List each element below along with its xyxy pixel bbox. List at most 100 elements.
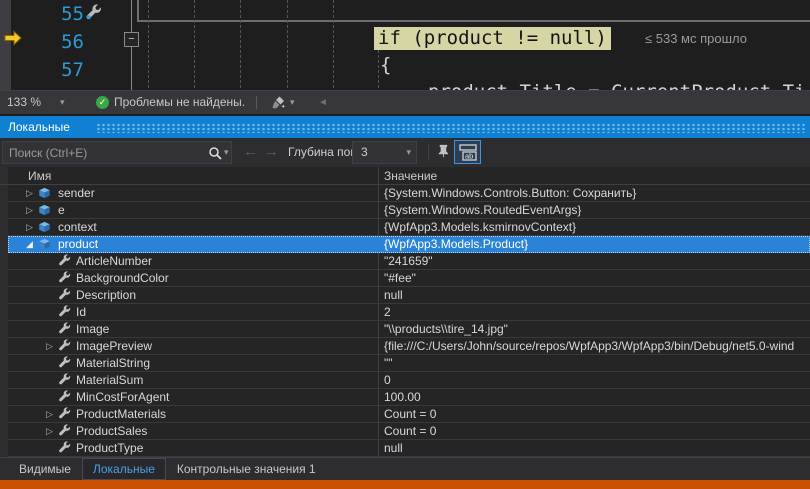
column-header-value[interactable]: Значение bbox=[384, 167, 437, 185]
expand-icon[interactable]: ▷ bbox=[46, 406, 53, 422]
property-icon-wrap bbox=[58, 305, 71, 321]
table-row[interactable]: ▷ sender {System.Windows.Controls.Button: … bbox=[8, 185, 810, 202]
table-row[interactable]: ▷ e {System.Windows.RoutedEventArgs} bbox=[8, 202, 810, 219]
search-depth-select[interactable]: 3 ▾ bbox=[352, 141, 417, 164]
search-input[interactable] bbox=[2, 141, 232, 164]
table-row[interactable]: ◢ product {WpfApp3.Models.Product} bbox=[8, 236, 810, 253]
collapse-icon[interactable]: ◢ bbox=[26, 236, 33, 252]
tab-inactive[interactable]: Контрольные значения 1 bbox=[166, 458, 327, 480]
indent-guide bbox=[194, 0, 195, 88]
property-wrench-icon bbox=[58, 424, 71, 437]
divider bbox=[256, 96, 257, 109]
expand-icon[interactable]: ▷ bbox=[26, 219, 33, 235]
expand-icon[interactable]: ▷ bbox=[46, 338, 53, 354]
variable-name[interactable]: product bbox=[58, 236, 98, 252]
health-check-icon[interactable]: ✓ bbox=[96, 96, 109, 109]
code-editor[interactable]: 55565758 − if (product != null) ≤ 533 мс… bbox=[0, 0, 810, 90]
table-row[interactable]: Description null bbox=[8, 287, 810, 304]
titlebar-drag-dots[interactable] bbox=[96, 123, 806, 133]
pin-values-button[interactable] bbox=[433, 143, 452, 162]
tab-active[interactable]: Локальные bbox=[82, 458, 166, 480]
zoom-level[interactable]: 133 % bbox=[7, 91, 41, 114]
tab-inactive[interactable]: Видимые bbox=[8, 458, 82, 480]
variable-name[interactable]: Id bbox=[76, 304, 86, 320]
variable-name[interactable]: ProductMaterials bbox=[76, 406, 166, 422]
variable-value[interactable]: {WpfApp3.Models.Product} bbox=[384, 236, 810, 252]
variable-name[interactable]: MaterialSum bbox=[76, 372, 143, 388]
variable-value[interactable]: {System.Windows.RoutedEventArgs} bbox=[384, 202, 810, 218]
variable-value[interactable]: Count = 0 bbox=[384, 406, 810, 422]
object-icon bbox=[37, 186, 52, 200]
variable-name[interactable]: ProductType bbox=[76, 440, 143, 456]
property-icon-wrap bbox=[58, 271, 71, 287]
variable-name[interactable]: MaterialString bbox=[76, 355, 150, 371]
search-icon[interactable] bbox=[208, 146, 222, 160]
line-numbers: 55565758 bbox=[40, 0, 84, 90]
chevron-down-icon: ▾ bbox=[406, 142, 411, 163]
highlighted-statement[interactable]: if (product != null) bbox=[374, 27, 611, 50]
table-row[interactable]: ArticleNumber "241659" bbox=[8, 253, 810, 270]
scroll-left-icon[interactable]: ◄ bbox=[318, 91, 328, 114]
table-row[interactable]: ▷ context {WpfApp3.Models.ksmirnovContext} bbox=[8, 219, 810, 236]
table-row[interactable]: ▷ ImagePreview {file:///C:/Users/John/sour… bbox=[8, 338, 810, 355]
quick-actions-wrench-icon[interactable] bbox=[85, 4, 102, 21]
table-row[interactable]: Image "\\products\\tire_14.jpg" bbox=[8, 321, 810, 338]
expand-icon[interactable]: ▷ bbox=[26, 185, 33, 201]
variable-value[interactable]: null bbox=[384, 440, 810, 456]
variable-name[interactable]: Image bbox=[76, 321, 109, 337]
object-icon-wrap bbox=[37, 237, 52, 254]
variable-value[interactable]: {System.Windows.Controls.Button: Сохрани… bbox=[384, 185, 810, 201]
property-wrench-icon bbox=[58, 441, 71, 454]
perf-tip[interactable]: ≤ 533 мс прошло bbox=[645, 31, 747, 46]
variable-value[interactable]: null bbox=[384, 287, 810, 303]
variable-name[interactable]: ArticleNumber bbox=[76, 253, 152, 269]
table-row[interactable]: Id 2 bbox=[8, 304, 810, 321]
health-status-text[interactable]: Проблемы не найдены. bbox=[114, 91, 245, 114]
column-header-name[interactable]: Имя bbox=[28, 167, 51, 185]
variable-value[interactable]: "" bbox=[384, 355, 810, 371]
nav-forward-icon[interactable]: → bbox=[264, 138, 279, 166]
chevron-down-icon[interactable]: ▾ bbox=[224, 138, 229, 167]
collapse-region-toggle[interactable]: − bbox=[124, 32, 139, 47]
table-row[interactable]: ▷ ProductMaterials Count = 0 bbox=[8, 406, 810, 423]
expand-icon[interactable]: ▷ bbox=[46, 423, 53, 439]
variable-value[interactable]: {WpfApp3.Models.ksmirnovContext} bbox=[384, 219, 810, 235]
nav-back-icon[interactable]: ← bbox=[243, 138, 258, 166]
table-row[interactable]: MaterialString "" bbox=[8, 355, 810, 372]
property-wrench-icon bbox=[58, 305, 71, 318]
table-row[interactable]: ▷ ProductSales Count = 0 bbox=[8, 423, 810, 440]
variable-value[interactable]: "241659" bbox=[384, 253, 810, 269]
property-icon-wrap bbox=[58, 356, 71, 372]
variable-name[interactable]: MinCostForAgent bbox=[76, 389, 169, 405]
variable-value[interactable]: 100.00 bbox=[384, 389, 810, 405]
locals-window-titlebar[interactable]: Локальные bbox=[0, 116, 810, 138]
table-row[interactable]: MaterialSum 0 bbox=[8, 372, 810, 389]
variable-name[interactable]: ImagePreview bbox=[76, 338, 152, 354]
chevron-down-icon[interactable]: ▾ bbox=[290, 91, 295, 114]
variable-value[interactable]: 2 bbox=[384, 304, 810, 320]
indent-guide bbox=[240, 0, 241, 88]
variable-value[interactable]: Count = 0 bbox=[384, 423, 810, 439]
table-row[interactable]: ProductType null bbox=[8, 440, 810, 457]
expand-icon[interactable]: ▷ bbox=[26, 202, 33, 218]
table-row[interactable]: MinCostForAgent 100.00 bbox=[8, 389, 810, 406]
property-wrench-icon bbox=[58, 373, 71, 386]
object-icon bbox=[37, 237, 52, 251]
code-cleanup-broom-icon[interactable] bbox=[270, 95, 286, 111]
variable-name[interactable]: e bbox=[58, 202, 65, 218]
variable-name[interactable]: BackgroundColor bbox=[76, 270, 169, 286]
chevron-down-icon[interactable]: ▾ bbox=[60, 91, 65, 114]
table-row[interactable]: BackgroundColor "#fee" bbox=[8, 270, 810, 287]
variable-value[interactable]: "\\products\\tire_14.jpg" bbox=[384, 321, 810, 337]
text-display-toggle-button[interactable]: ab bbox=[454, 140, 481, 164]
variable-name[interactable]: Description bbox=[76, 287, 136, 303]
variable-name[interactable]: context bbox=[58, 219, 97, 235]
variable-value[interactable]: "#fee" bbox=[384, 270, 810, 286]
variable-value[interactable]: 0 bbox=[384, 372, 810, 388]
property-wrench-icon bbox=[58, 390, 71, 403]
variable-value[interactable]: {file:///C:/Users/John/source/repos/WpfA… bbox=[384, 338, 810, 354]
variable-name[interactable]: sender bbox=[58, 185, 95, 201]
object-icon bbox=[37, 203, 52, 217]
variable-name[interactable]: ProductSales bbox=[76, 423, 147, 439]
property-wrench-icon bbox=[58, 356, 71, 369]
